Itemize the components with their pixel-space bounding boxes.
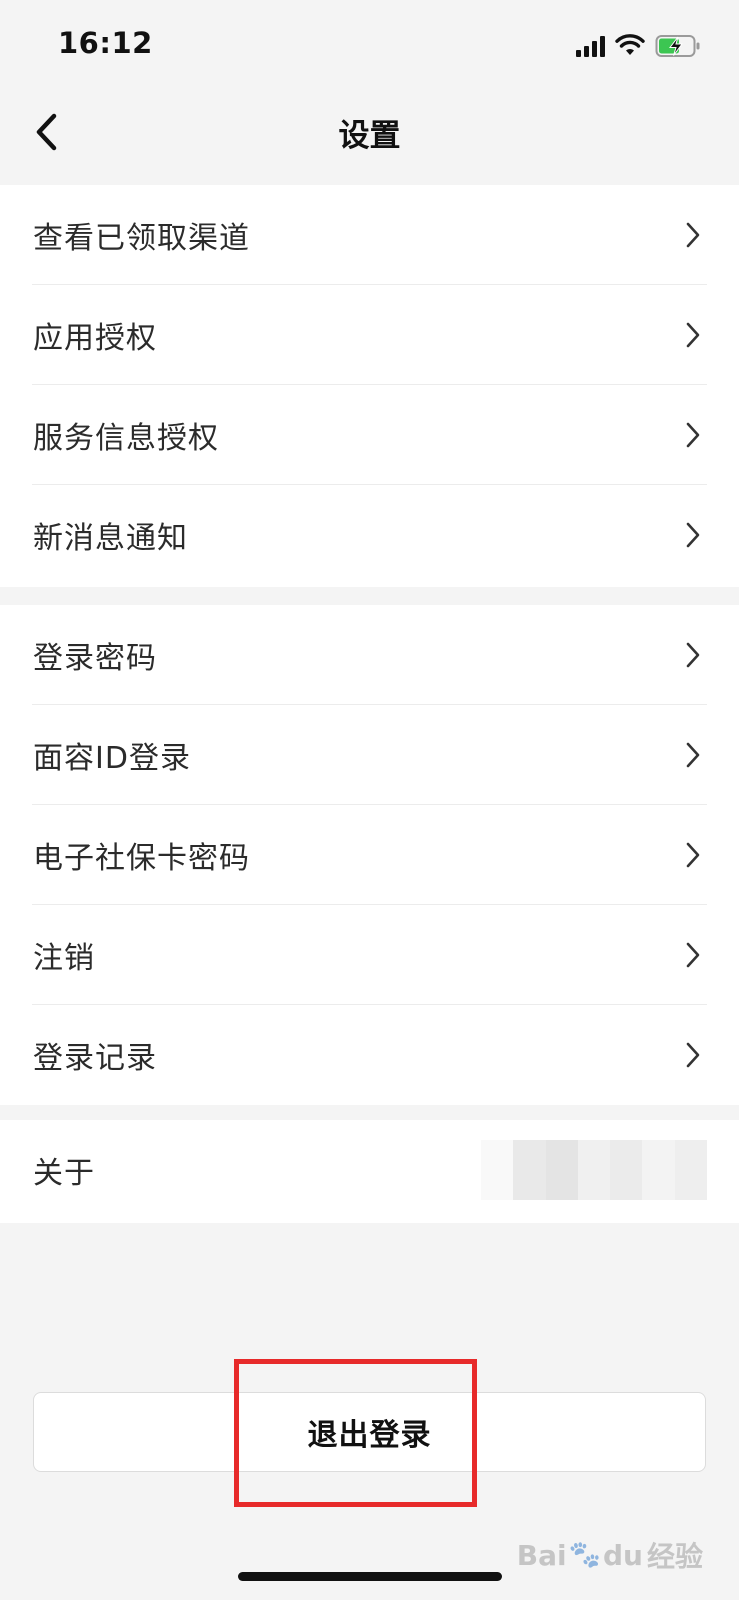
chevron-right-icon xyxy=(686,642,700,668)
watermark-text-right: du xyxy=(603,1538,643,1572)
settings-row-social-security-card-password[interactable]: 电子社保卡密码 xyxy=(0,805,739,905)
settings-row-cancel-account[interactable]: 注销 xyxy=(0,905,739,1005)
status-icons xyxy=(576,30,701,62)
settings-row-login-password[interactable]: 登录密码 xyxy=(0,605,739,705)
battery-charging-icon xyxy=(655,35,700,57)
navigation-bar: 设置 xyxy=(0,92,739,172)
settings-group-1: 查看已领取渠道 应用授权 服务信息授权 新消息通知 xyxy=(0,185,739,587)
chevron-right-icon xyxy=(686,222,700,248)
row-label: 新消息通知 xyxy=(33,521,188,556)
settings-row-login-records[interactable]: 登录记录 xyxy=(0,1005,739,1105)
row-label: 面容ID登录 xyxy=(33,741,191,776)
settings-group-2: 登录密码 面容ID登录 电子社保卡密码 注销 登录记录 xyxy=(0,605,739,1105)
page-title: 设置 xyxy=(338,118,401,154)
status-time: 16:12 xyxy=(58,26,153,60)
chevron-right-icon xyxy=(686,322,700,348)
wifi-icon xyxy=(615,34,645,55)
chevron-right-icon xyxy=(686,842,700,868)
chevron-right-icon xyxy=(686,422,700,448)
row-label: 注销 xyxy=(33,941,95,976)
row-label: 电子社保卡密码 xyxy=(33,841,250,876)
watermark-text-cn: 经验 xyxy=(646,1540,703,1573)
settings-row-service-info-authorization[interactable]: 服务信息授权 xyxy=(0,385,739,485)
home-indicator xyxy=(238,1572,502,1581)
chevron-right-icon xyxy=(686,522,700,548)
row-label: 应用授权 xyxy=(33,321,157,356)
chevron-right-icon xyxy=(686,742,700,768)
settings-group-3: 关于 xyxy=(0,1120,739,1223)
version-blurred xyxy=(481,1140,707,1200)
row-label: 查看已领取渠道 xyxy=(33,221,250,256)
watermark-text-left: Bai xyxy=(516,1538,567,1572)
settings-row-about[interactable]: 关于 xyxy=(0,1120,739,1220)
row-label: 登录记录 xyxy=(33,1041,157,1076)
settings-row-claimed-channels[interactable]: 查看已领取渠道 xyxy=(0,185,739,285)
settings-row-new-message-notification[interactable]: 新消息通知 xyxy=(0,485,739,585)
watermark: Bai 🐾 du 经验 xyxy=(517,1535,703,1575)
chevron-right-icon xyxy=(686,1042,700,1068)
row-label: 登录密码 xyxy=(33,641,157,676)
row-label: 关于 xyxy=(33,1156,95,1191)
settings-row-face-id-login[interactable]: 面容ID登录 xyxy=(0,705,739,805)
chevron-right-icon xyxy=(686,942,700,968)
cellular-signal-icon xyxy=(576,35,605,57)
row-label: 服务信息授权 xyxy=(33,421,219,456)
status-bar: 16:12 xyxy=(0,0,739,92)
settings-row-app-authorization[interactable]: 应用授权 xyxy=(0,285,739,385)
highlight-annotation-box xyxy=(234,1359,477,1507)
paw-icon: 🐾 xyxy=(568,1540,601,1570)
